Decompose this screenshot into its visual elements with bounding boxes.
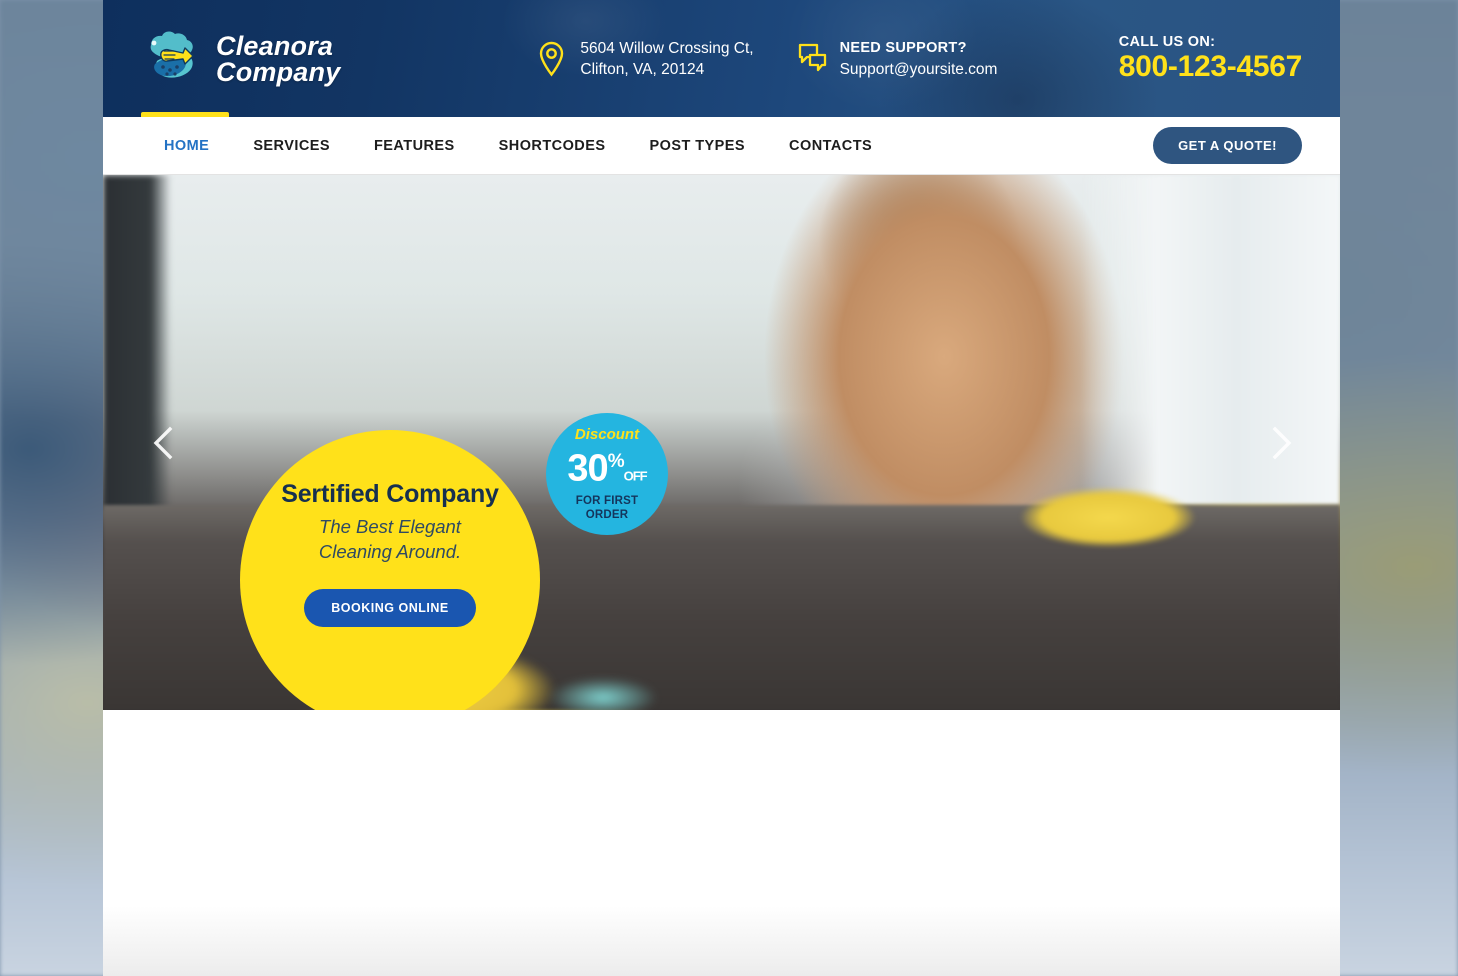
header-phone[interactable]: CALL US ON: 800-123-4567 <box>1118 33 1303 84</box>
chevron-left-icon[interactable] <box>143 421 187 465</box>
address-line-2: Clifton, VA, 20124 <box>580 60 705 78</box>
nav-items: HOME SERVICES FEATURES SHORTCODES POST T… <box>164 138 916 154</box>
call-us-label: CALL US ON: <box>1118 33 1216 50</box>
logo-line-2: Company <box>216 56 341 87</box>
badge-note: FOR FIRST ORDER <box>576 494 639 522</box>
badge-discount-label: Discount <box>574 425 640 443</box>
nav-item-contacts[interactable]: CONTACTS <box>789 138 872 154</box>
badge-amount: 30%OFF <box>567 443 648 495</box>
badge-percent-sign: % <box>607 450 625 472</box>
booking-online-button[interactable]: BOOKING ONLINE <box>304 589 476 627</box>
hero-subtitle: The Best Elegant Cleaning Around. <box>318 516 462 562</box>
nav-item-shortcodes[interactable]: SHORTCODES <box>499 138 606 154</box>
site-logo[interactable]: Cleanora Company <box>141 31 340 87</box>
cleaning-sponge-hand-logo-icon <box>141 31 205 87</box>
chat-bubbles-icon <box>796 41 827 77</box>
hero-content-circle: Sertified Company The Best Elegant Clean… <box>240 430 540 710</box>
header-address: 5604 Willow Crossing Ct, Clifton, VA, 20… <box>536 38 754 80</box>
badge-note-line-1: FOR FIRST <box>575 495 639 508</box>
active-tab-marker <box>141 112 229 117</box>
website-page: Cleanora Company 5604 Willow Crossing Ct… <box>103 0 1340 976</box>
badge-amount-number: 30 <box>567 447 608 490</box>
discount-badge[interactable]: Discount 30%OFF FOR FIRST ORDER <box>546 413 668 535</box>
support-email[interactable]: Support@yoursite.com <box>840 61 998 78</box>
hero-title: Sertified Company <box>281 480 499 508</box>
nav-item-post-types[interactable]: POST TYPES <box>649 138 745 154</box>
main-navigation: HOME SERVICES FEATURES SHORTCODES POST T… <box>103 112 1340 175</box>
hero-slider: Sertified Company The Best Elegant Clean… <box>103 175 1340 710</box>
support-lines: NEED SUPPORT? Support@yoursite.com <box>840 37 998 80</box>
site-header: Cleanora Company 5604 Willow Crossing Ct… <box>103 0 1340 117</box>
nav-item-features[interactable]: FEATURES <box>374 138 455 154</box>
badge-note-line-2: ORDER <box>585 509 629 522</box>
get-a-quote-button[interactable]: GET A QUOTE! <box>1153 127 1302 164</box>
header-support[interactable]: NEED SUPPORT? Support@yoursite.com <box>796 37 998 80</box>
badge-off-label: OFF <box>623 468 648 484</box>
hero-bg-glove-right <box>998 480 1218 555</box>
logo-text: Cleanora Company <box>216 32 341 87</box>
nav-item-home[interactable]: HOME <box>164 138 209 154</box>
phone-number[interactable]: 800-123-4567 <box>1119 50 1303 84</box>
support-label: NEED SUPPORT? <box>839 40 967 56</box>
address-lines: 5604 Willow Crossing Ct, Clifton, VA, 20… <box>580 38 753 80</box>
address-line-1: 5604 Willow Crossing Ct, <box>580 39 754 57</box>
nav-item-services[interactable]: SERVICES <box>253 138 330 154</box>
map-pin-icon <box>536 41 567 77</box>
chevron-right-icon[interactable] <box>1258 421 1302 465</box>
